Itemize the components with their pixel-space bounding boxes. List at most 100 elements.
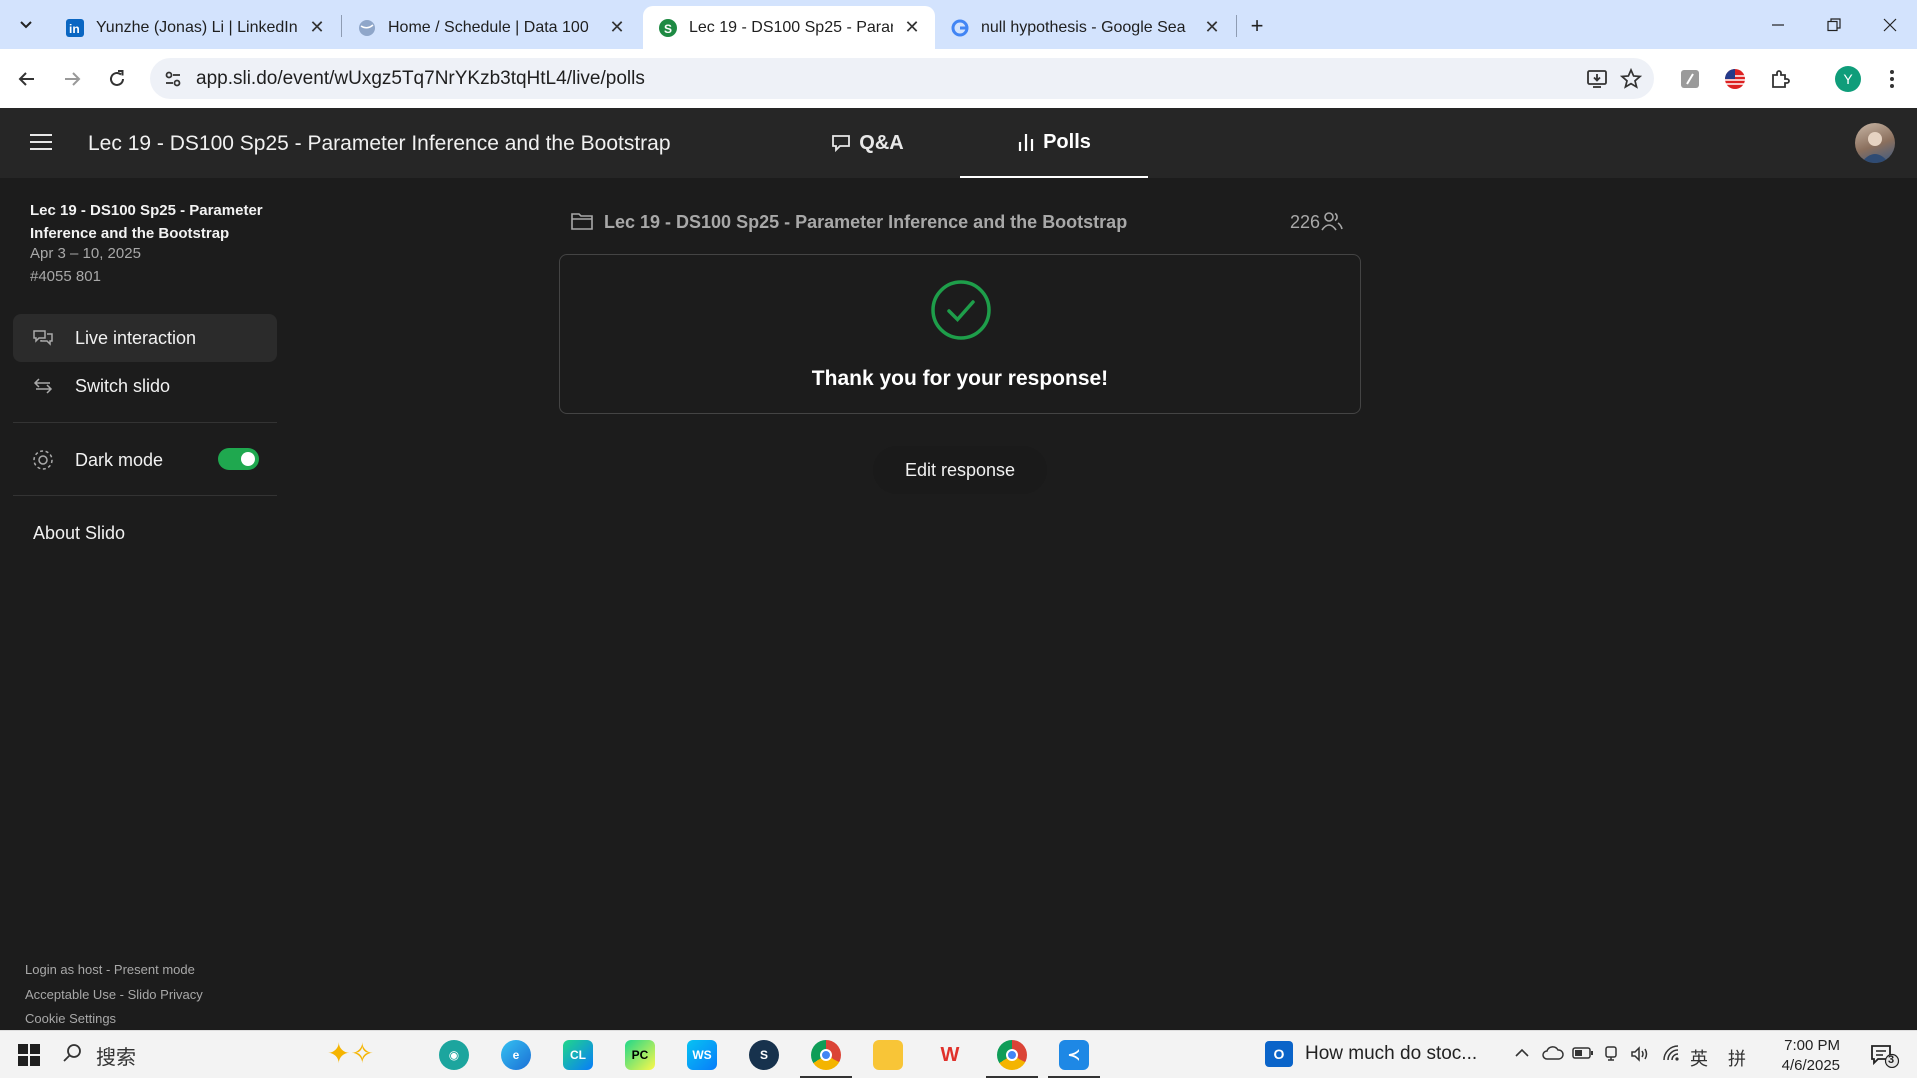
tab-search-button[interactable]	[10, 9, 42, 41]
show-hidden-icons-icon[interactable]	[1514, 1045, 1530, 1066]
taskbar-app-pycharm[interactable]: PC	[620, 1037, 660, 1073]
taskbar-news-widget[interactable]: O How much do stoc...	[1265, 1041, 1477, 1067]
sidebar-item-label: Live interaction	[75, 327, 197, 348]
more-menu-icon[interactable]	[1877, 64, 1907, 94]
system-clock[interactable]: 7:00 PM 4/6/2025	[1772, 1036, 1840, 1076]
folder-icon	[570, 210, 594, 237]
switch-arrows-icon	[32, 375, 54, 397]
toggle-knob	[241, 452, 255, 466]
close-tab-icon[interactable]: ✕	[306, 17, 328, 39]
volume-icon[interactable]	[1630, 1045, 1650, 1068]
taskbar-app-wps[interactable]: W	[930, 1037, 970, 1073]
wps-icon: W	[940, 1043, 960, 1066]
response-confirmation-card: Thank you for your response!	[559, 254, 1361, 414]
footer-links-row-2: Acceptable Use - Slido Privacy	[25, 987, 203, 1002]
dark-mode-toggle[interactable]	[218, 448, 259, 470]
tab-polls[interactable]: Polls	[960, 108, 1148, 178]
tab-slido[interactable]: S Lec 19 - DS100 Sp25 - Param ✕	[643, 6, 935, 49]
taskbar-app-webstorm[interactable]: WS	[682, 1037, 722, 1073]
os-taskbar: 搜索 ✦✧ ◉ e CL PC WS S W ≺ O How much do s…	[0, 1030, 1917, 1078]
taskbar-app-steam[interactable]: S	[744, 1037, 784, 1073]
search-label: 搜索	[96, 1046, 136, 1069]
tab-data100[interactable]: Home / Schedule | Data 100 ✕	[342, 6, 640, 49]
tab-linkedin[interactable]: in Yunzhe (Jonas) Li | LinkedIn ✕	[50, 6, 340, 49]
chevron-down-icon	[20, 21, 32, 29]
taskbar-app-chrome-profile[interactable]	[986, 1037, 1038, 1078]
footer-separator: -	[116, 987, 128, 1002]
bookmark-star-icon[interactable]	[1618, 66, 1644, 92]
us-flag-icon[interactable]	[1720, 64, 1750, 94]
extension-grey-icon[interactable]	[1675, 64, 1705, 94]
about-slido-link[interactable]: About Slido	[33, 523, 125, 544]
footer-separator: -	[102, 962, 114, 977]
reload-icon[interactable]	[101, 63, 133, 95]
tab-qa[interactable]: Q&A	[800, 108, 935, 178]
taskbar-app-edge[interactable]: e	[496, 1037, 536, 1073]
confirmation-message: Thank you for your response!	[811, 367, 1109, 390]
back-icon[interactable]	[11, 63, 43, 95]
app-header: Lec 19 - DS100 Sp25 - Parameter Inferenc…	[0, 108, 1917, 178]
brightness-icon	[32, 449, 54, 471]
sidebar-item-live-interaction[interactable]: Live interaction	[13, 314, 277, 362]
close-tab-icon[interactable]: ✕	[901, 17, 923, 39]
globe-icon	[358, 19, 376, 37]
taskbar-app-brain[interactable]: ◉	[434, 1037, 474, 1073]
onedrive-cloud-icon[interactable]	[1542, 1045, 1564, 1066]
sidebar-divider	[13, 495, 277, 496]
taskbar-search[interactable]: 搜索 ✦✧	[62, 1037, 417, 1073]
site-settings-icon[interactable]	[158, 64, 188, 94]
tab-separator	[1236, 15, 1237, 37]
close-tab-icon[interactable]: ✕	[606, 17, 628, 39]
taskbar-app-vscode[interactable]: ≺	[1048, 1037, 1100, 1078]
login-host-link[interactable]: Login as host	[25, 962, 102, 977]
close-window-icon[interactable]	[1862, 0, 1917, 49]
copilot-sparkle-icon[interactable]: ✦✧	[327, 1037, 374, 1070]
slido-icon: S	[659, 18, 677, 37]
address-bar[interactable]: app.sli.do/event/wUxgz5Tq7NrYKzb3tqHtL4/…	[150, 58, 1654, 99]
install-app-icon[interactable]	[1584, 66, 1610, 92]
taskbar-app-explorer[interactable]	[868, 1037, 908, 1073]
hamburger-menu-icon[interactable]	[30, 134, 52, 152]
wifi-icon[interactable]	[1662, 1045, 1682, 1068]
sidebar-item-label: Switch slido	[75, 375, 171, 396]
participants-icon	[1320, 210, 1344, 237]
chrome-profile-icon	[997, 1040, 1027, 1070]
edit-response-button[interactable]: Edit response	[873, 446, 1047, 494]
pycharm-icon: PC	[625, 1040, 655, 1070]
cookie-settings-link[interactable]: Cookie Settings	[25, 1011, 116, 1026]
windows-start-icon[interactable]	[18, 1044, 40, 1066]
vscode-icon: ≺	[1059, 1040, 1089, 1070]
sidebar: Lec 19 - DS100 Sp25 - Parameter Inferenc…	[0, 178, 290, 1030]
linkedin-icon: in	[66, 18, 84, 37]
bar-chart-icon	[1017, 132, 1035, 152]
restore-icon[interactable]	[1806, 0, 1862, 49]
extensions-puzzle-icon[interactable]	[1765, 64, 1795, 94]
taskbar-app-chrome[interactable]	[800, 1037, 852, 1078]
outlook-icon: O	[1265, 1041, 1293, 1067]
tab-google[interactable]: null hypothesis - Google Sea ✕	[935, 6, 1235, 49]
clock-time: 7:00 PM	[1784, 1037, 1840, 1054]
acceptable-use-link[interactable]: Acceptable Use	[25, 987, 116, 1002]
sidebar-divider	[13, 422, 277, 423]
dark-mode-label: Dark mode	[75, 449, 164, 470]
brain-app-icon: ◉	[439, 1040, 469, 1070]
chrome-icon	[811, 1040, 841, 1070]
present-mode-link[interactable]: Present mode	[114, 962, 195, 977]
user-avatar[interactable]	[1855, 123, 1895, 163]
sidebar-item-switch-slido[interactable]: Switch slido	[13, 362, 277, 410]
taskbar-app-clion[interactable]: CL	[558, 1037, 598, 1073]
ime-language-indicator[interactable]: 英	[1690, 1045, 1708, 1071]
new-tab-icon[interactable]: +	[1243, 12, 1271, 40]
battery-icon[interactable]	[1572, 1045, 1594, 1066]
forward-icon[interactable]	[56, 63, 88, 95]
close-tab-icon[interactable]: ✕	[1201, 17, 1223, 39]
notification-center-icon[interactable]: 3	[1870, 1044, 1900, 1073]
footer-links-row-1: Login as host - Present mode	[25, 962, 195, 977]
privacy-link[interactable]: Slido Privacy	[128, 987, 203, 1002]
participant-count: 226	[1289, 212, 1320, 232]
profile-avatar[interactable]: Y	[1835, 66, 1861, 92]
device-icon[interactable]	[1602, 1045, 1620, 1068]
ime-mode-indicator[interactable]: 拼	[1728, 1045, 1746, 1071]
tab-title: Yunzhe (Jonas) Li | LinkedIn	[96, 18, 298, 36]
minimize-icon[interactable]	[1750, 0, 1806, 49]
